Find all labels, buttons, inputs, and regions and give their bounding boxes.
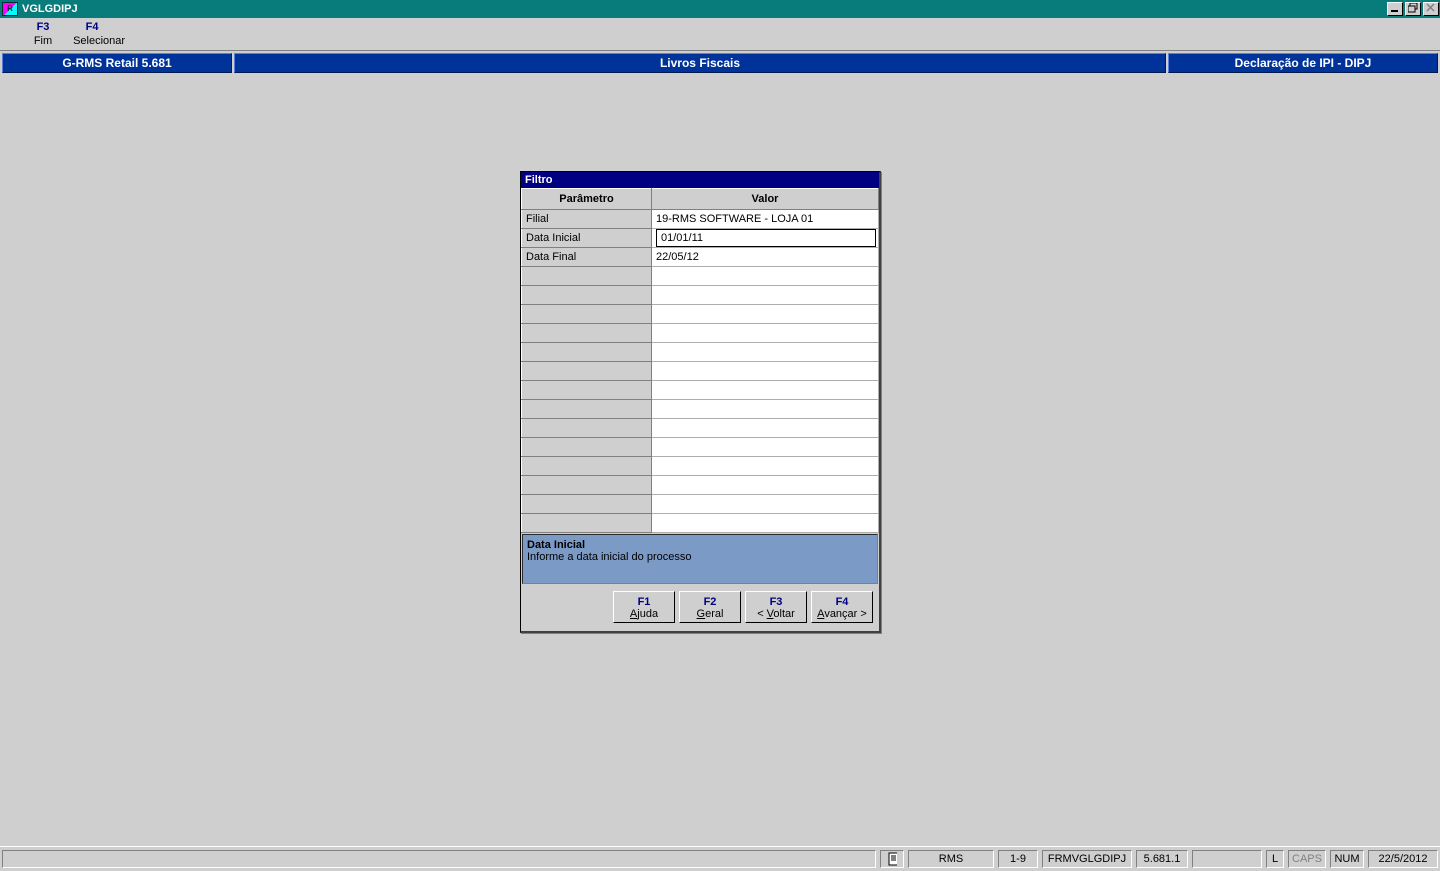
table-row: Data Inicial [522,229,879,248]
value-cell[interactable] [652,438,879,457]
close-button[interactable] [1423,2,1439,16]
title-bar: R VGLGDIPJ [0,0,1440,18]
table-row [522,457,879,476]
param-cell [522,267,652,286]
status-caps: CAPS [1288,850,1326,868]
f1-rest: juda [637,608,658,620]
param-cell [522,305,652,324]
table-row [522,286,879,305]
status-form: FRMVGLGDIPJ [1042,850,1132,868]
table-row [522,324,879,343]
status-bar: RMS 1-9 FRMVGLGDIPJ 5.681.1 L CAPS NUM 2… [0,846,1440,871]
param-cell [522,286,652,305]
value-cell[interactable] [652,286,879,305]
hint-box: Data Inicial Informe a data inicial do p… [522,534,878,584]
param-cell [522,324,652,343]
table-row [522,381,879,400]
status-date: 22/5/2012 [1368,850,1438,868]
panel-title: Filtro [521,172,879,188]
restore-button[interactable] [1405,2,1421,16]
f2-rest: eral [705,608,723,620]
status-num: NUM [1330,850,1364,868]
param-cell [522,419,652,438]
value-cell[interactable] [652,514,879,533]
param-cell [522,495,652,514]
ajuda-button[interactable]: F1 Ajuda [613,591,675,623]
table-row [522,343,879,362]
button-row: F1 Ajuda F2 Geral F3 < Voltar F4 Avançar… [521,585,879,631]
app-icon: R [2,2,18,16]
table-row [522,514,879,533]
menu-f3-key: F3 [20,21,66,33]
header-product: G-RMS Retail 5.681 [2,53,232,73]
param-cell [522,457,652,476]
status-doc-icon[interactable] [880,850,904,868]
value-cell[interactable] [652,343,879,362]
table-row: Filial19-RMS SOFTWARE - LOJA 01 [522,210,879,229]
hint-text: Informe a data inicial do processo [527,551,873,563]
status-message [2,850,876,868]
menu-bar: F3 F4 Fim Selecionar [0,18,1440,51]
minimize-button[interactable] [1387,2,1403,16]
param-cell [522,514,652,533]
f3-rest: oltar [773,608,794,620]
table-row [522,362,879,381]
status-l: L [1266,850,1284,868]
param-cell [522,343,652,362]
param-cell: Data Final [522,248,652,267]
menu-item-fim[interactable]: Fim [20,35,66,47]
value-cell[interactable] [652,229,879,248]
value-cell[interactable] [652,476,879,495]
value-cell[interactable] [652,324,879,343]
status-range: 1-9 [998,850,1038,868]
value-input[interactable] [656,229,876,247]
table-row [522,419,879,438]
table-row: Data Final22/05/12 [522,248,879,267]
value-cell[interactable]: 19-RMS SOFTWARE - LOJA 01 [652,210,879,229]
header-module: Livros Fiscais [234,53,1166,73]
section-header: G-RMS Retail 5.681 Livros Fiscais Declar… [0,53,1440,73]
value-cell[interactable] [652,362,879,381]
voltar-button[interactable]: F3 < Voltar [745,591,807,623]
table-row [522,476,879,495]
table-row [522,495,879,514]
value-cell[interactable] [652,400,879,419]
client-area: Filtro Parâmetro Valor Filial19-RMS SOFT… [0,73,1440,798]
menu-f4-key: F4 [69,21,115,33]
value-cell[interactable] [652,381,879,400]
f4-rest: vançar > [824,608,867,620]
value-cell[interactable] [652,267,879,286]
table-row [522,305,879,324]
value-cell[interactable]: 22/05/12 [652,248,879,267]
status-spare [1192,850,1262,868]
menu-item-selecionar[interactable]: Selecionar [69,35,129,47]
avancar-button[interactable]: F4 Avançar > [811,591,873,623]
status-version: 5.681.1 [1136,850,1188,868]
table-row [522,267,879,286]
hint-title: Data Inicial [527,539,873,551]
status-sys: RMS [908,850,994,868]
window-title: VGLGDIPJ [22,3,78,15]
value-cell[interactable] [652,419,879,438]
table-row [522,400,879,419]
param-cell [522,381,652,400]
geral-button[interactable]: F2 Geral [679,591,741,623]
table-row [522,438,879,457]
param-cell [522,438,652,457]
param-grid: Parâmetro Valor Filial19-RMS SOFTWARE - … [521,188,879,533]
param-cell [522,400,652,419]
param-cell: Data Inicial [522,229,652,248]
col-parametro: Parâmetro [522,189,652,210]
param-cell: Filial [522,210,652,229]
value-cell[interactable] [652,457,879,476]
param-cell [522,362,652,381]
filtro-panel: Filtro Parâmetro Valor Filial19-RMS SOFT… [520,171,881,633]
header-screen: Declaração de IPI - DIPJ [1168,53,1438,73]
value-cell[interactable] [652,495,879,514]
value-cell[interactable] [652,305,879,324]
param-cell [522,476,652,495]
col-valor: Valor [652,189,879,210]
